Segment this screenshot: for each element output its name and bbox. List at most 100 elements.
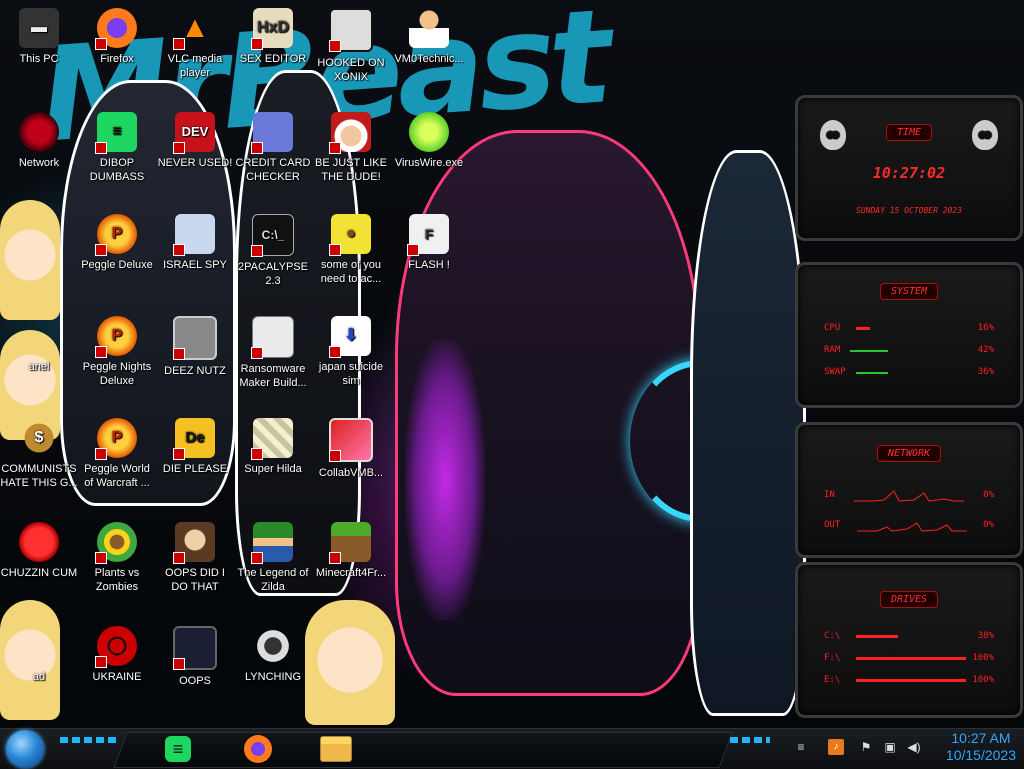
desktop-icon-be-just-like[interactable]: BE JUST LIKE THE DUDE! bbox=[312, 112, 390, 184]
ram-label: RAM bbox=[824, 345, 841, 355]
desktop-icon-hooked-on-xonix[interactable]: HOOKED ON XONIX bbox=[312, 8, 390, 84]
drive-e-bar bbox=[856, 679, 967, 682]
taskbar[interactable]: ≡ ≡ ♪ ⚑ ▣ ◀) 10:27 AM 10/15/2023 bbox=[0, 728, 1024, 769]
peggle-nights-icon: P bbox=[95, 316, 137, 358]
desktop-icon-super-hilda[interactable]: Super Hilda bbox=[234, 418, 312, 476]
system-gadget[interactable]: SYSTEM CPU 16% RAM 42% SWAP 36% bbox=[795, 262, 1023, 408]
desktop-icon-japan-suicide[interactable]: ⬇ japan suicide sim bbox=[312, 316, 390, 388]
desktop-icon-credit-card[interactable]: CREDIT CARD CHECKER bbox=[234, 112, 312, 184]
desktop-icon-peggle-deluxe[interactable]: P Peggle Deluxe bbox=[78, 214, 156, 272]
taskbar-app-firefox[interactable] bbox=[240, 731, 276, 767]
icon-label: japan suicide sim bbox=[318, 361, 384, 387]
desktop-icon-collabvmb[interactable]: CollabVMB... bbox=[312, 418, 390, 480]
desktop-icon-this-pc[interactable]: ▬ This PC bbox=[0, 8, 78, 66]
drive-c-label: C:\ bbox=[824, 631, 841, 641]
sunflower-icon bbox=[95, 522, 137, 564]
alien-head-icon bbox=[972, 120, 998, 150]
network-gadget[interactable]: NETWORK IN 0% OUT 0% bbox=[795, 422, 1023, 558]
monitor-icon bbox=[329, 418, 373, 462]
desktop-icon-panel[interactable]: anel bbox=[0, 316, 78, 374]
taskbar-app-file-explorer[interactable] bbox=[318, 731, 354, 767]
drive-f-row: F:\ 100% bbox=[824, 653, 994, 663]
alien-head-icon bbox=[820, 120, 846, 150]
wallpaper-glow bbox=[405, 340, 485, 620]
desktop-icon-firefox[interactable]: Firefox bbox=[78, 8, 156, 66]
swap-value: 36% bbox=[977, 367, 994, 377]
desktop-icon-some-of-you[interactable]: ● some of you need to ac... bbox=[312, 214, 390, 286]
radiation-icon bbox=[95, 626, 137, 668]
taskbar-clock[interactable]: 10:27 AM 10/15/2023 bbox=[946, 730, 1016, 764]
desktop-icon-communists[interactable]: $ COMMUNISTS HATE THIS G... bbox=[0, 418, 78, 490]
icon-label: Plants vs Zombies bbox=[94, 567, 140, 593]
start-button[interactable] bbox=[6, 730, 44, 768]
desktop-icon-2pacalypse[interactable]: C:\_ 2PACALYPSE 2.3 bbox=[234, 214, 312, 288]
desktop-icon-deez-nutz[interactable]: DEEZ NUTZ bbox=[156, 316, 234, 378]
cpu-bar bbox=[856, 327, 871, 330]
desktop-icon-chuzzin[interactable]: CHUZZIN CUM bbox=[0, 522, 78, 580]
drive-c-value: 38% bbox=[977, 631, 994, 641]
desktop-icon-dibop[interactable]: ≡ DIBOP DUMBASS bbox=[78, 112, 156, 184]
pixel-art-icon bbox=[251, 418, 293, 460]
show-hidden-icons-icon[interactable]: ≡ bbox=[793, 739, 809, 755]
drive-e-value: 100% bbox=[972, 675, 994, 685]
network-in-graph bbox=[854, 490, 964, 502]
network-tray-icon[interactable]: ▣ bbox=[882, 739, 898, 755]
network-out-graph bbox=[856, 522, 967, 532]
dev-cpp-icon: DEV bbox=[173, 112, 215, 154]
ram-row: RAM 42% bbox=[824, 345, 994, 355]
network-out-row: OUT 0% bbox=[824, 517, 994, 533]
desktop-icon-die-please[interactable]: De DIE PLEASE bbox=[156, 418, 234, 476]
drive-f-label: F:\ bbox=[824, 653, 841, 663]
desktop-icon-sex-editor[interactable]: HxD SEX EDITOR bbox=[234, 8, 312, 66]
vlc-cone-icon: ▲ bbox=[173, 8, 215, 50]
drive-f-bar bbox=[856, 657, 967, 660]
desktop-icon-israel-spy[interactable]: ISRAEL SPY bbox=[156, 214, 234, 272]
desktop-icon-never-used[interactable]: DEV NEVER USED! bbox=[156, 112, 234, 170]
desktop-icon-flash[interactable]: F FLASH ! bbox=[390, 214, 468, 272]
firefox-icon bbox=[244, 735, 272, 763]
app-tray-icon[interactable]: ♪ bbox=[828, 739, 844, 755]
desktop-icon-zilda[interactable]: The Legend of Zilda bbox=[234, 522, 312, 594]
stacked-windows-icon bbox=[173, 316, 217, 360]
time-gadget[interactable]: TIME 10:27:02 SUNDAY 15 OCTOBER 2023 bbox=[795, 95, 1023, 241]
desktop-icon-lynching[interactable]: LYNCHING bbox=[234, 626, 312, 684]
taskbar-decoration-left bbox=[60, 737, 116, 743]
desktop-icon-vlc[interactable]: ▲ VLC media player bbox=[156, 8, 234, 80]
desktop-icon-peggle-world[interactable]: P Peggle World of Warcraft ... bbox=[78, 418, 156, 490]
icon-label: LYNCHING bbox=[244, 671, 302, 683]
desktop-icon-ad[interactable]: ad bbox=[0, 626, 78, 684]
icon-label: DEEZ NUTZ bbox=[164, 365, 226, 377]
taskbar-app-strip bbox=[113, 732, 733, 768]
desktop-icon-ukraine[interactable]: UKRAINE bbox=[78, 626, 156, 684]
desktop-icon-pvz[interactable]: Plants vs Zombies bbox=[78, 522, 156, 594]
beaver-icon: ● bbox=[329, 214, 371, 256]
icon-label: ad bbox=[32, 671, 46, 683]
network-gadget-title: NETWORK bbox=[876, 445, 942, 462]
system-gadget-title: SYSTEM bbox=[879, 283, 939, 300]
terminal-icon: C:\_ bbox=[251, 214, 294, 257]
taskbar-app-spotify-like[interactable]: ≡ bbox=[160, 731, 196, 767]
peggle-wow-icon: P bbox=[95, 418, 137, 460]
drives-gadget[interactable]: DRIVES C:\ 38% F:\ 100% E:\ 100% bbox=[795, 562, 1023, 718]
desktop-icon-minecraft[interactable]: Minecraft4Fr... bbox=[312, 522, 390, 580]
desktop-icon-oops-did[interactable]: OOPS DID I DO THAT bbox=[156, 522, 234, 594]
icon-label: UKRAINE bbox=[92, 671, 142, 683]
flash-document-icon: F bbox=[407, 214, 449, 256]
action-center-flag-icon[interactable]: ⚑ bbox=[858, 739, 874, 755]
desktop-icon-ransomware[interactable]: Ransomware Maker Build... bbox=[234, 316, 312, 390]
cartoon-character-1 bbox=[0, 200, 60, 320]
icon-label: This PC bbox=[19, 53, 59, 65]
book-icon bbox=[173, 626, 217, 670]
desktop[interactable]: MrBeast ▬ This PC Firefox ▲ VLC media pl… bbox=[0, 0, 1024, 728]
desktop-icon-peggle-nights[interactable]: P Peggle Nights Deluxe bbox=[78, 316, 156, 388]
desktop-icon-viruswire[interactable]: VirusWire.exe bbox=[390, 112, 468, 170]
drive-c-row: C:\ 38% bbox=[824, 631, 994, 641]
network-globe-icon bbox=[19, 112, 59, 152]
folder-icon bbox=[320, 736, 352, 762]
volume-icon[interactable]: ◀) bbox=[906, 739, 922, 755]
gear-icon bbox=[253, 626, 293, 666]
desktop-icon-oops[interactable]: OOPS bbox=[156, 626, 234, 688]
desktop-icon-network[interactable]: Network bbox=[0, 112, 78, 170]
desktop-icon-vm0technic[interactable]: VM0Technic... bbox=[390, 8, 468, 66]
icon-label: Network bbox=[18, 157, 60, 169]
